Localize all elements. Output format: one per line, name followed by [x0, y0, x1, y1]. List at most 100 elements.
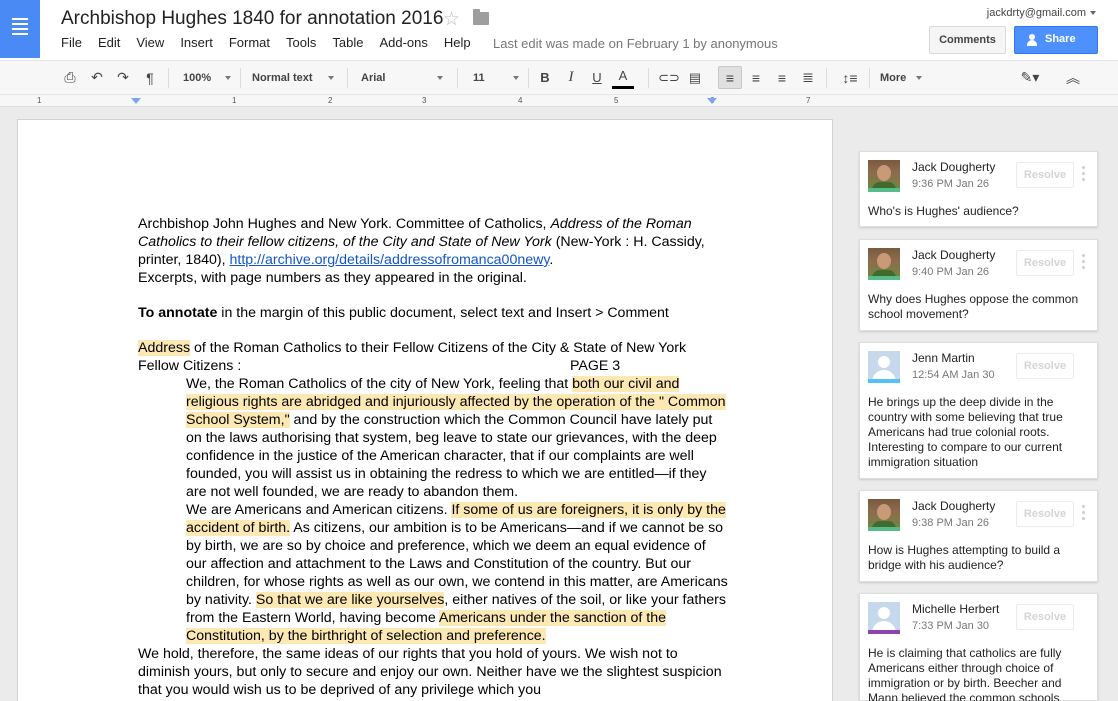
- salutation-text: Fellow Citizens :: [138, 358, 242, 374]
- citation-text: .: [549, 252, 554, 268]
- comment-icon[interactable]: ▤: [684, 61, 706, 94]
- pencil-icon[interactable]: ✎▾: [1015, 61, 1045, 94]
- undo-icon[interactable]: ↶: [86, 61, 108, 94]
- last-edit-link[interactable]: Last edit was made on February 1 by anon…: [493, 36, 778, 51]
- toolbar-divider: [528, 68, 529, 88]
- comment-time: 9:38 PM Jan 26: [912, 517, 990, 529]
- highlighted-text[interactable]: Address: [138, 340, 191, 356]
- comment-author: Jack Dougherty: [912, 248, 996, 262]
- menu-view[interactable]: View: [136, 35, 164, 50]
- resolve-button[interactable]: Resolve: [1016, 162, 1074, 188]
- address-text: of the Roman Catholics to their Fellow C…: [190, 340, 687, 356]
- comment-time: 7:33 PM Jan 30: [912, 620, 990, 632]
- comments-button[interactable]: Comments: [929, 26, 1006, 54]
- more-vert-icon[interactable]: [1082, 505, 1085, 522]
- paint-format-icon[interactable]: ¶: [139, 61, 161, 94]
- menu-addons[interactable]: Add-ons: [379, 35, 427, 50]
- comment-text: Who's is Hughes' audience?: [868, 204, 1019, 218]
- comment-card[interactable]: Jack Dougherty 9:40 PM Jan 26 Resolve Wh…: [859, 239, 1098, 331]
- docs-logo-icon[interactable]: [0, 0, 40, 58]
- line-spacing-icon[interactable]: ↕≡: [835, 61, 865, 94]
- justify-icon[interactable]: ≣: [797, 61, 819, 94]
- menu-tools[interactable]: Tools: [286, 35, 316, 50]
- citation-text: Archbishop John Hughes and New York. Com…: [138, 216, 551, 232]
- style-value: Normal text: [252, 71, 313, 84]
- comment-card[interactable]: Michelle Herbert 7:33 PM Jan 30 Resolve …: [859, 593, 1098, 701]
- text-color-icon[interactable]: A: [612, 65, 634, 89]
- font-select[interactable]: Arial: [361, 61, 443, 94]
- ruler-number: 5: [614, 96, 619, 105]
- print-icon[interactable]: ⎙: [59, 61, 81, 94]
- resolve-button[interactable]: Resolve: [1016, 604, 1074, 630]
- avatar-color-bar: [868, 188, 900, 192]
- resolve-button[interactable]: Resolve: [1016, 501, 1074, 527]
- more-menu[interactable]: More: [880, 61, 922, 94]
- resolve-button[interactable]: Resolve: [1016, 353, 1074, 379]
- zoom-select[interactable]: 100%: [183, 61, 231, 94]
- share-button[interactable]: Share: [1014, 26, 1098, 54]
- collapse-icon[interactable]: ︽: [1062, 61, 1084, 94]
- right-indent-marker[interactable]: [707, 98, 717, 104]
- toolbar: ⎙ ↶ ↷ ¶ 100% Normal text Arial 11 B I U …: [0, 60, 1118, 95]
- left-indent-marker[interactable]: [131, 98, 141, 104]
- menu-bar: File Edit View Insert Format Tools Table…: [61, 35, 487, 50]
- share-label: Share: [1045, 33, 1076, 45]
- citation-paragraph: Archbishop John Hughes and New York. Com…: [138, 215, 728, 269]
- comment-card[interactable]: Jack Dougherty 9:38 PM Jan 26 Resolve Ho…: [859, 490, 1098, 582]
- avatar-color-bar: [868, 527, 900, 531]
- avatar-color-bar: [868, 630, 900, 634]
- style-select[interactable]: Normal text: [252, 61, 334, 94]
- annotate-text: in the margin of this public document, s…: [217, 305, 669, 321]
- document-body[interactable]: Archbishop John Hughes and New York. Com…: [138, 215, 728, 699]
- comment-text: Why does Hughes oppose the common school…: [868, 292, 1079, 321]
- link-icon[interactable]: ⊂⊃: [658, 61, 680, 94]
- folder-icon[interactable]: [473, 9, 489, 25]
- excerpts-note: Excerpts, with page numbers as they appe…: [138, 270, 527, 286]
- avatar-color-bar: [868, 379, 900, 383]
- menu-insert[interactable]: Insert: [180, 35, 213, 50]
- bold-icon[interactable]: B: [534, 61, 556, 94]
- font-size-select[interactable]: 11: [473, 61, 519, 94]
- document-title[interactable]: Archbishop Hughes 1840 for annotation 20…: [61, 8, 443, 30]
- comment-card[interactable]: Jenn Martin 12:54 AM Jan 30 Resolve He b…: [859, 342, 1098, 479]
- highlighted-text[interactable]: So that we are like yourselves: [255, 592, 445, 608]
- comment-author: Jack Dougherty: [912, 499, 996, 513]
- menu-file[interactable]: File: [61, 35, 82, 50]
- underline-icon[interactable]: U: [586, 61, 608, 94]
- menu-table[interactable]: Table: [332, 35, 363, 50]
- toolbar-divider: [347, 68, 348, 88]
- ruler-number: 3: [422, 96, 427, 105]
- menu-help[interactable]: Help: [444, 35, 471, 50]
- chevron-down-icon: [328, 76, 334, 80]
- comment-time: 12:54 AM Jan 30: [912, 369, 995, 381]
- more-vert-icon[interactable]: [1082, 254, 1085, 271]
- toolbar-divider: [826, 68, 827, 88]
- menu-edit[interactable]: Edit: [98, 35, 120, 50]
- align-left-icon[interactable]: ≡: [718, 66, 742, 89]
- archive-link[interactable]: http://archive.org/details/addressofroma…: [229, 252, 549, 268]
- ruler-number: 1: [232, 96, 237, 105]
- avatar: [868, 499, 900, 531]
- paragraph-text: We are Americans and American citizens.: [186, 502, 452, 518]
- paragraph-2: We are Americans and American citizens. …: [138, 501, 728, 645]
- ruler: 1 1 2 3 4 5 6 7: [0, 95, 1118, 107]
- toolbar-divider: [457, 68, 458, 88]
- redo-icon[interactable]: ↷: [112, 61, 134, 94]
- resolve-button[interactable]: Resolve: [1016, 250, 1074, 276]
- comment-author: Jack Dougherty: [912, 160, 996, 174]
- more-vert-icon[interactable]: [1082, 166, 1085, 183]
- italic-icon[interactable]: I: [560, 61, 582, 94]
- page-label: PAGE 3: [570, 358, 621, 374]
- menu-format[interactable]: Format: [229, 35, 270, 50]
- avatar: [868, 602, 900, 634]
- ruler-number: 7: [806, 96, 811, 105]
- salutation-line: Fellow Citizens : PAGE 3: [138, 357, 728, 375]
- comment-card[interactable]: Jack Dougherty 9:36 PM Jan 26 Resolve Wh…: [859, 151, 1098, 227]
- user-account[interactable]: jackdrty@gmail.com: [987, 7, 1086, 19]
- align-right-icon[interactable]: ≡: [771, 61, 793, 94]
- annotate-instructions: To annotate in the margin of this public…: [138, 304, 728, 322]
- align-center-icon[interactable]: ≡: [745, 61, 767, 94]
- account-caret-icon[interactable]: [1090, 11, 1096, 15]
- star-icon[interactable]: ☆: [443, 8, 460, 31]
- ruler-number: 2: [328, 96, 333, 105]
